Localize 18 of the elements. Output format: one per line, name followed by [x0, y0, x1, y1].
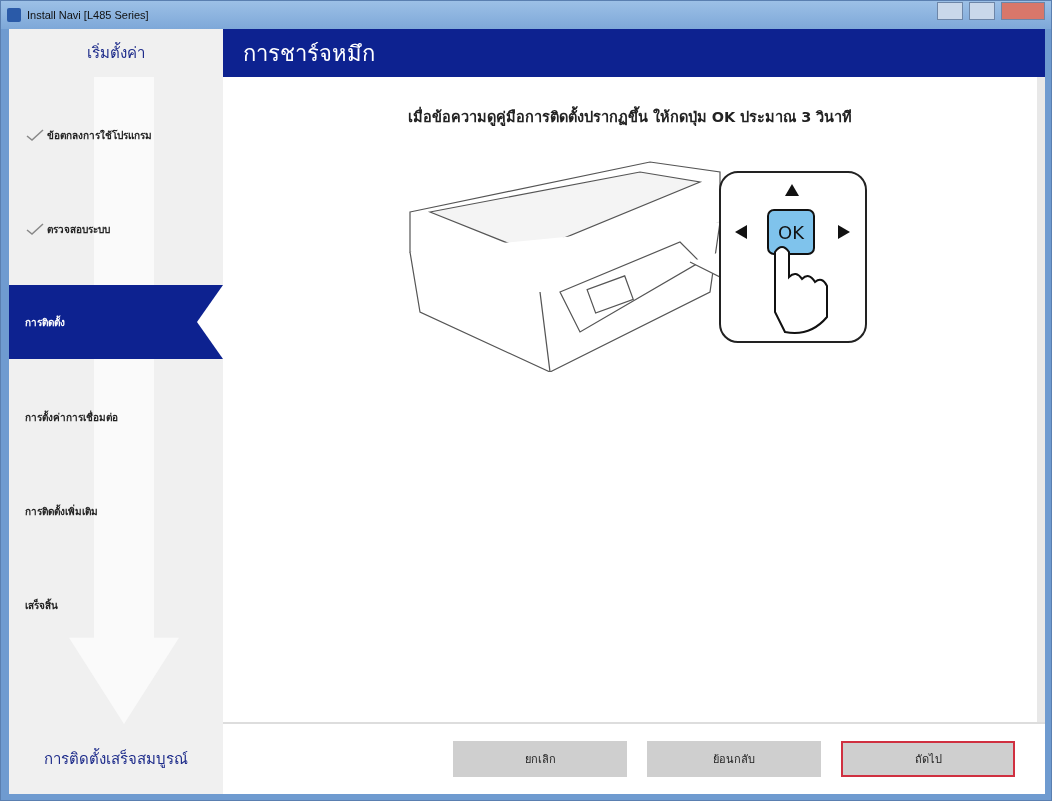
- footer-button[interactable]: ถัดไป: [841, 741, 1015, 777]
- step-label: การติดตั้ง: [25, 314, 65, 330]
- footer-button[interactable]: ย้อนกลับ: [647, 741, 821, 777]
- maximize-button[interactable]: [969, 2, 995, 20]
- sidebar-footer: การติดตั้งเสร็จสมบูรณ์: [9, 724, 223, 794]
- step-label: ข้อตกลงการใช้โปรแกรม: [47, 128, 152, 143]
- instruction-text: เมื่อข้อความดูคู่มือการติดตั้งปรากฏขึ้น ให้กดปุ่ม OK ประมาณ 3 วินาที: [407, 105, 853, 128]
- step-label: การติดตั้งเพิ่มเติม: [25, 503, 98, 519]
- window-title: Install Navi [L485 Series]: [27, 9, 149, 21]
- step-label: การตั้งค่าการเชื่อมต่อ: [25, 409, 118, 425]
- page-header: การชาร์จหมึก: [223, 29, 1045, 77]
- footer-button[interactable]: ยกเลิก: [453, 741, 627, 777]
- sidebar-header: เริ่มตั้งค่า: [86, 41, 146, 64]
- minimize-button[interactable]: [937, 2, 963, 20]
- step-label: ตรวจสอบระบบ: [47, 222, 110, 237]
- app-icon: [7, 8, 21, 22]
- printer-drawing: OK: [390, 142, 870, 372]
- step-label: เสร็จสิ้น: [25, 597, 58, 613]
